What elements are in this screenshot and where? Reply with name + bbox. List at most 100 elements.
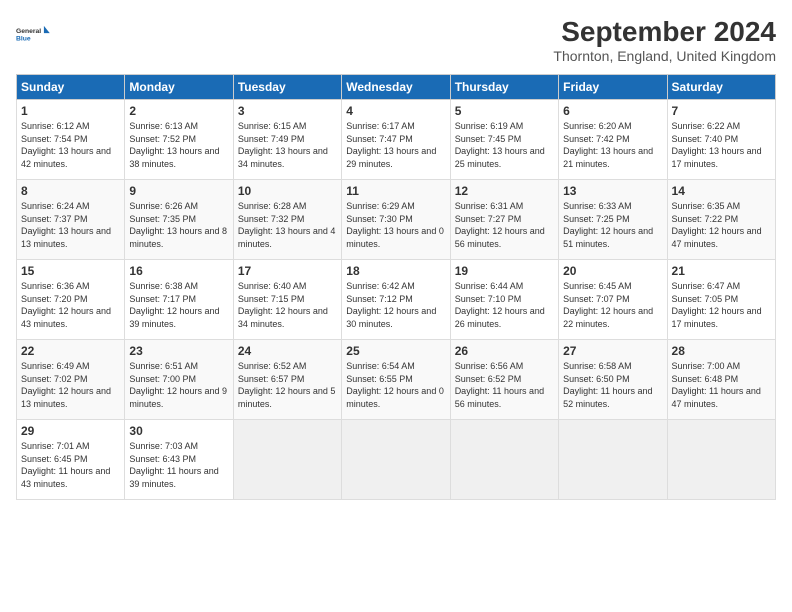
- calendar-cell: 10 Sunrise: 6:28 AMSunset: 7:32 PMDayligh…: [233, 180, 341, 260]
- day-number: 1: [21, 104, 120, 118]
- calendar-cell: 26 Sunrise: 6:56 AMSunset: 6:52 PMDayligh…: [450, 340, 558, 420]
- calendar-cell: [450, 420, 558, 500]
- calendar-cell: 24 Sunrise: 6:52 AMSunset: 6:57 PMDayligh…: [233, 340, 341, 420]
- calendar-cell: [342, 420, 450, 500]
- day-number: 18: [346, 264, 445, 278]
- week-row-5: 29Sunrise: 7:01 AMSunset: 6:45 PMDayligh…: [17, 420, 776, 500]
- day-info: Sunrise: 6:54 AMSunset: 6:55 PMDaylight:…: [346, 360, 445, 410]
- calendar-cell: 17Sunrise: 6:40 AMSunset: 7:15 PMDayligh…: [233, 260, 341, 340]
- day-info: Sunrise: 6:22 AMSunset: 7:40 PMDaylight:…: [672, 120, 771, 170]
- col-monday: Monday: [125, 75, 233, 100]
- calendar-cell: 27 Sunrise: 6:58 AMSunset: 6:50 PMDayligh…: [559, 340, 667, 420]
- calendar-cell: 1 Sunrise: 6:12 AMSunset: 7:54 PMDaylight…: [17, 100, 125, 180]
- calendar-cell: 28 Sunrise: 7:00 AMSunset: 6:48 PMDayligh…: [667, 340, 775, 420]
- calendar-cell: 16 Sunrise: 6:38 AMSunset: 7:17 PMDayligh…: [125, 260, 233, 340]
- day-info: Sunrise: 6:58 AMSunset: 6:50 PMDaylight:…: [563, 360, 662, 410]
- day-info: Sunrise: 6:51 AMSunset: 7:00 PMDaylight:…: [129, 360, 228, 410]
- calendar-cell: 4Sunrise: 6:17 AMSunset: 7:47 PMDaylight…: [342, 100, 450, 180]
- day-number: 20: [563, 264, 662, 278]
- calendar-cell: [559, 420, 667, 500]
- day-number: 22: [21, 344, 120, 358]
- calendar-cell: 13 Sunrise: 6:33 AMSunset: 7:25 PMDayligh…: [559, 180, 667, 260]
- calendar-cell: 22 Sunrise: 6:49 AMSunset: 7:02 PMDayligh…: [17, 340, 125, 420]
- col-thursday: Thursday: [450, 75, 558, 100]
- day-number: 4: [346, 104, 445, 118]
- week-row-1: 1 Sunrise: 6:12 AMSunset: 7:54 PMDaylight…: [17, 100, 776, 180]
- day-number: 26: [455, 344, 554, 358]
- day-number: 13: [563, 184, 662, 198]
- calendar-cell: 29Sunrise: 7:01 AMSunset: 6:45 PMDayligh…: [17, 420, 125, 500]
- calendar-cell: [667, 420, 775, 500]
- day-number: 2: [129, 104, 228, 118]
- day-info: Sunrise: 6:47 AMSunset: 7:05 PMDaylight:…: [672, 280, 771, 330]
- title-block: September 2024 Thornton, England, United…: [553, 16, 776, 64]
- day-number: 27: [563, 344, 662, 358]
- day-number: 8: [21, 184, 120, 198]
- day-info: Sunrise: 6:19 AMSunset: 7:45 PMDaylight:…: [455, 120, 554, 170]
- day-info: Sunrise: 6:52 AMSunset: 6:57 PMDaylight:…: [238, 360, 337, 410]
- day-number: 16: [129, 264, 228, 278]
- logo-icon: GeneralBlue: [16, 16, 52, 52]
- col-sunday: Sunday: [17, 75, 125, 100]
- svg-text:General: General: [16, 28, 41, 35]
- day-number: 9: [129, 184, 228, 198]
- col-saturday: Saturday: [667, 75, 775, 100]
- day-info: Sunrise: 6:36 AMSunset: 7:20 PMDaylight:…: [21, 280, 120, 330]
- calendar-cell: 3Sunrise: 6:15 AMSunset: 7:49 PMDaylight…: [233, 100, 341, 180]
- day-info: Sunrise: 6:24 AMSunset: 7:37 PMDaylight:…: [21, 200, 120, 250]
- logo: GeneralBlue: [16, 16, 52, 52]
- calendar-cell: 19Sunrise: 6:44 AMSunset: 7:10 PMDayligh…: [450, 260, 558, 340]
- calendar-table: Sunday Monday Tuesday Wednesday Thursday…: [16, 74, 776, 500]
- calendar-body: 1 Sunrise: 6:12 AMSunset: 7:54 PMDaylight…: [17, 100, 776, 500]
- calendar-cell: 21 Sunrise: 6:47 AMSunset: 7:05 PMDayligh…: [667, 260, 775, 340]
- day-info: Sunrise: 6:44 AMSunset: 7:10 PMDaylight:…: [455, 280, 554, 330]
- day-number: 28: [672, 344, 771, 358]
- day-number: 15: [21, 264, 120, 278]
- day-info: Sunrise: 6:42 AMSunset: 7:12 PMDaylight:…: [346, 280, 445, 330]
- day-number: 30: [129, 424, 228, 438]
- day-info: Sunrise: 7:03 AMSunset: 6:43 PMDaylight:…: [129, 440, 228, 490]
- page-container: GeneralBlue September 2024 Thornton, Eng…: [0, 0, 792, 612]
- day-info: Sunrise: 6:33 AMSunset: 7:25 PMDaylight:…: [563, 200, 662, 250]
- calendar-cell: 15 Sunrise: 6:36 AMSunset: 7:20 PMDayligh…: [17, 260, 125, 340]
- calendar-cell: 20Sunrise: 6:45 AMSunset: 7:07 PMDayligh…: [559, 260, 667, 340]
- calendar-cell: 5Sunrise: 6:19 AMSunset: 7:45 PMDaylight…: [450, 100, 558, 180]
- day-info: Sunrise: 7:01 AMSunset: 6:45 PMDaylight:…: [21, 440, 120, 490]
- day-info: Sunrise: 6:15 AMSunset: 7:49 PMDaylight:…: [238, 120, 337, 170]
- day-info: Sunrise: 7:00 AMSunset: 6:48 PMDaylight:…: [672, 360, 771, 410]
- calendar-cell: 23Sunrise: 6:51 AMSunset: 7:00 PMDayligh…: [125, 340, 233, 420]
- header: GeneralBlue September 2024 Thornton, Eng…: [16, 16, 776, 64]
- calendar-cell: 12Sunrise: 6:31 AMSunset: 7:27 PMDayligh…: [450, 180, 558, 260]
- day-number: 14: [672, 184, 771, 198]
- day-info: Sunrise: 6:56 AMSunset: 6:52 PMDaylight:…: [455, 360, 554, 410]
- day-number: 25: [346, 344, 445, 358]
- calendar-cell: 30 Sunrise: 7:03 AMSunset: 6:43 PMDayligh…: [125, 420, 233, 500]
- day-number: 21: [672, 264, 771, 278]
- day-info: Sunrise: 6:28 AMSunset: 7:32 PMDaylight:…: [238, 200, 337, 250]
- day-number: 10: [238, 184, 337, 198]
- month-title: September 2024: [553, 16, 776, 48]
- calendar-cell: [233, 420, 341, 500]
- day-info: Sunrise: 6:12 AMSunset: 7:54 PMDaylight:…: [21, 120, 120, 170]
- day-info: Sunrise: 6:49 AMSunset: 7:02 PMDaylight:…: [21, 360, 120, 410]
- calendar-cell: 9 Sunrise: 6:26 AMSunset: 7:35 PMDaylight…: [125, 180, 233, 260]
- header-row: Sunday Monday Tuesday Wednesday Thursday…: [17, 75, 776, 100]
- day-number: 24: [238, 344, 337, 358]
- calendar-cell: 6Sunrise: 6:20 AMSunset: 7:42 PMDaylight…: [559, 100, 667, 180]
- day-info: Sunrise: 6:35 AMSunset: 7:22 PMDaylight:…: [672, 200, 771, 250]
- day-number: 12: [455, 184, 554, 198]
- day-info: Sunrise: 6:38 AMSunset: 7:17 PMDaylight:…: [129, 280, 228, 330]
- location: Thornton, England, United Kingdom: [553, 48, 776, 64]
- calendar-cell: 14 Sunrise: 6:35 AMSunset: 7:22 PMDayligh…: [667, 180, 775, 260]
- col-tuesday: Tuesday: [233, 75, 341, 100]
- day-info: Sunrise: 6:29 AMSunset: 7:30 PMDaylight:…: [346, 200, 445, 250]
- week-row-3: 15 Sunrise: 6:36 AMSunset: 7:20 PMDayligh…: [17, 260, 776, 340]
- col-wednesday: Wednesday: [342, 75, 450, 100]
- day-number: 7: [672, 104, 771, 118]
- day-info: Sunrise: 6:26 AMSunset: 7:35 PMDaylight:…: [129, 200, 228, 250]
- day-info: Sunrise: 6:40 AMSunset: 7:15 PMDaylight:…: [238, 280, 337, 330]
- calendar-cell: 7 Sunrise: 6:22 AMSunset: 7:40 PMDaylight…: [667, 100, 775, 180]
- calendar-cell: 11Sunrise: 6:29 AMSunset: 7:30 PMDayligh…: [342, 180, 450, 260]
- calendar-cell: 18 Sunrise: 6:42 AMSunset: 7:12 PMDayligh…: [342, 260, 450, 340]
- day-info: Sunrise: 6:20 AMSunset: 7:42 PMDaylight:…: [563, 120, 662, 170]
